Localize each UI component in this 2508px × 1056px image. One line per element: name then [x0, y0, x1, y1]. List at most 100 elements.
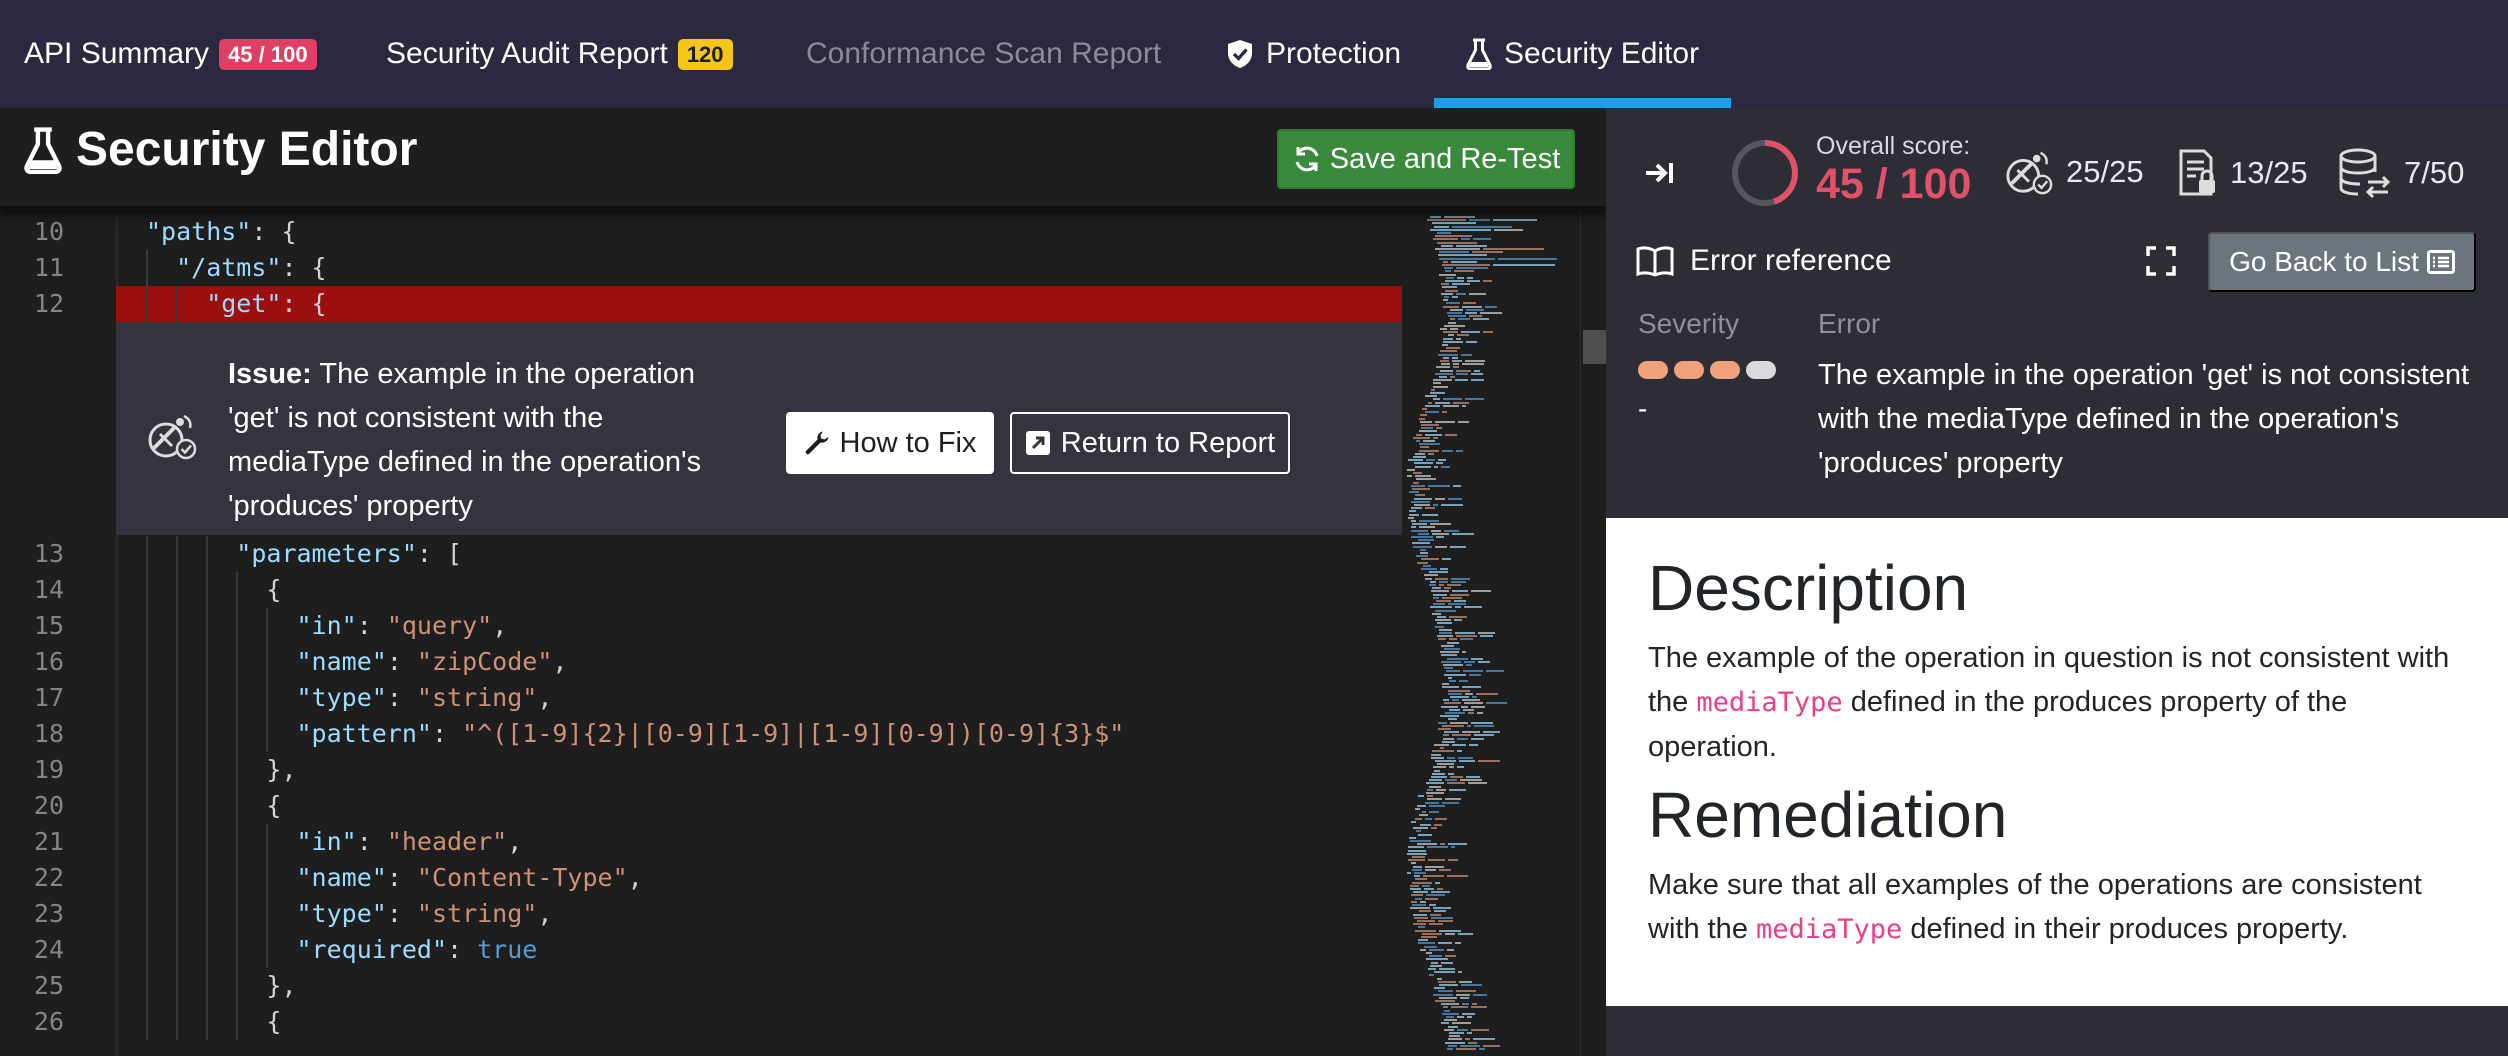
minimap-line [1460, 331, 1480, 334]
code-line[interactable]: 16 "name": "zipCode", [0, 644, 1400, 680]
code-line[interactable]: 22 "name": "Content-Type", [0, 860, 1400, 896]
code-line[interactable]: 15 "in": "query", [0, 608, 1400, 644]
minimap-line [1421, 568, 1437, 570]
code-line[interactable]: 10 "paths": { [0, 214, 1400, 250]
minimap-line [1408, 516, 1414, 519]
minimap-line [1413, 923, 1427, 926]
code-line[interactable]: 18 "pattern": "^([1-9]{2}|[0-9][1-9]|[1-9… [0, 716, 1400, 752]
minimap-line [1427, 798, 1443, 801]
code-line[interactable]: 19}, [0, 752, 1400, 788]
tab-security-editor[interactable]: Security Editor [1466, 0, 1699, 108]
minimap-line [1445, 280, 1465, 282]
tab-api-summary[interactable]: API Summary 45 / 100 [24, 0, 317, 108]
minimap-line [1430, 228, 1492, 231]
tab-label: Conformance Scan Report [806, 37, 1162, 70]
minimap-line [1442, 264, 1491, 266]
indent-guide [266, 608, 269, 644]
code-line[interactable]: 26 { [0, 1004, 1400, 1040]
indent-guide [176, 752, 179, 788]
code-minimap[interactable] [1402, 210, 1580, 1056]
minimap-line [1434, 910, 1446, 913]
minimap-line [1460, 353, 1472, 356]
minimap-line [1421, 427, 1434, 430]
tab-label: Security Audit Report [386, 37, 668, 70]
code-line[interactable]: 23 "type": "string", [0, 896, 1400, 932]
scrollbar-thumb[interactable] [1583, 330, 1606, 364]
minimap-line [1446, 670, 1461, 673]
minimap-line [1444, 702, 1462, 705]
minimap-line [1429, 948, 1445, 951]
code-line[interactable]: 17 "type": "string", [0, 680, 1400, 716]
minimap-line [1437, 622, 1453, 625]
minimap-line [1452, 283, 1471, 286]
code-editor[interactable]: 10 "paths": {11 "/atms": {12 "get": { 13 "par… [0, 214, 1402, 1056]
indent-guide [146, 680, 148, 716]
minimap-line [1438, 353, 1458, 356]
indent-guide [176, 968, 179, 1004]
code-line[interactable]: 12 "get": { [0, 286, 1400, 322]
minimap-line [1441, 654, 1458, 657]
code-line[interactable]: 20 { [0, 788, 1400, 824]
minimap-line [1469, 292, 1487, 295]
code-line[interactable]: 11 "/atms": { [0, 250, 1400, 286]
tab-protection[interactable]: Protection [1226, 0, 1401, 108]
minimap-line [1414, 916, 1429, 919]
minimap-line [1434, 225, 1449, 228]
document-lock-icon [2178, 148, 2218, 198]
indent-guide [236, 752, 239, 788]
minimap-line [1435, 619, 1452, 622]
minimap-line [1441, 504, 1463, 506]
minimap-line [1416, 830, 1422, 833]
code-line[interactable]: 25}, [0, 968, 1400, 1004]
minimap-line [1423, 440, 1436, 442]
minimap-line [1442, 1012, 1460, 1015]
minimap-line [1439, 632, 1452, 634]
minimap-line [1461, 1003, 1470, 1006]
minimap-line [1412, 856, 1425, 858]
line-number: 24 [33, 935, 64, 964]
code-line[interactable]: 21 "in": "header", [0, 824, 1400, 860]
fullscreen-icon[interactable] [2146, 246, 2176, 281]
tab-security-audit-report[interactable]: Security Audit Report 120 [386, 0, 733, 108]
minimap-line [1409, 836, 1416, 839]
minimap-line [1471, 1006, 1487, 1009]
minimap-line [1434, 881, 1441, 884]
code-text: "paths": { [146, 217, 297, 246]
flask-icon [1466, 38, 1492, 70]
how-to-fix-button[interactable]: How to Fix [786, 412, 994, 474]
description-text: The example of the operation in question… [1648, 642, 2450, 763]
go-back-to-list-button[interactable]: Go Back to List [2208, 232, 2476, 292]
minimap-line [1444, 267, 1454, 270]
save-and-retest-button[interactable]: Save and Re-Test [1277, 129, 1575, 189]
minimap-line [1441, 363, 1450, 366]
minimap-line [1463, 660, 1475, 663]
minimap-line [1456, 334, 1470, 337]
return-to-report-button[interactable]: Return to Report [1010, 412, 1290, 474]
minimap-line [1445, 289, 1458, 292]
indent-guide [236, 824, 239, 860]
minimap-line [1433, 238, 1459, 241]
minimap-line [1448, 321, 1456, 324]
minimap-line [1435, 248, 1480, 250]
editor-scrollbar[interactable] [1580, 210, 1606, 1056]
tab-conformance-scan-report[interactable]: Conformance Scan Report [806, 0, 1161, 108]
minimap-line [1419, 520, 1439, 522]
code-line[interactable]: 14 { [0, 572, 1400, 608]
minimap-line [1431, 753, 1441, 756]
indent-guide [206, 680, 209, 716]
minimap-line [1464, 692, 1474, 695]
minimap-line [1425, 411, 1439, 414]
tab-label: Security Editor [1504, 37, 1700, 70]
code-line[interactable]: 24 "required": true [0, 932, 1400, 968]
minimap-line [1444, 667, 1453, 670]
minimap-line [1413, 827, 1428, 830]
minimap-line [1447, 641, 1459, 644]
minimap-line [1407, 468, 1416, 471]
collapse-panel-icon[interactable] [1644, 158, 1676, 193]
code-line[interactable]: 13 "parameters": [ [0, 536, 1400, 572]
indent-guide [206, 752, 209, 788]
minimap-line [1471, 721, 1493, 724]
minimap-line [1465, 1038, 1470, 1041]
score-value: 45 / 100 [1816, 160, 1972, 208]
indent-guide [266, 860, 269, 896]
